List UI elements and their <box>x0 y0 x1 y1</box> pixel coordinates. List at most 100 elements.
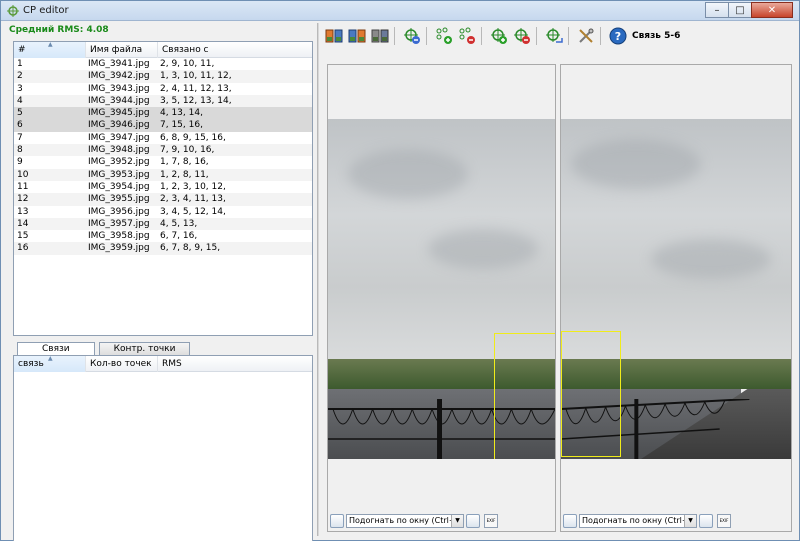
cell-num: 2 <box>17 71 23 82</box>
point-remove-button[interactable] <box>402 26 422 46</box>
cell-num: 11 <box>17 181 29 192</box>
photo-cloud <box>571 139 701 189</box>
table-row[interactable]: 9 IMG_3952.jpg 1, 7, 8, 16, <box>14 156 312 168</box>
table-row[interactable]: 2 IMG_3942.jpg 1, 3, 10, 11, 12, <box>14 70 312 83</box>
table-row[interactable]: 5 IMG_3945.jpg 4, 13, 14, <box>14 107 312 120</box>
close-button[interactable]: ✕ <box>751 2 793 18</box>
links-table[interactable]: связь ▲ Кол-во точек RMS <box>13 355 313 541</box>
main-toolbar: ? Связь 5-6 <box>321 24 799 48</box>
table-row[interactable]: 4 IMG_3944.jpg 3, 5, 12, 13, 14, <box>14 94 312 108</box>
cell-filename: IMG_3941.jpg <box>88 59 150 69</box>
tab-control-points[interactable]: Контр. точки <box>98 342 191 356</box>
zoom-out-icon[interactable] <box>563 514 577 528</box>
image-pair-swap-button[interactable] <box>347 26 367 46</box>
help-button[interactable]: ? <box>608 26 628 46</box>
points-auto-remove-button[interactable] <box>457 26 477 46</box>
cell-linked-with: 3, 4, 5, 12, 14, <box>160 206 226 217</box>
table-row[interactable]: 12 IMG_3955.jpg 2, 3, 4, 11, 13, <box>14 193 312 206</box>
table-row[interactable]: 7 IMG_3947.jpg 6, 8, 9, 15, 16, <box>14 132 312 144</box>
cell-linked-with: 6, 7, 16, <box>160 231 198 242</box>
cell-num: 12 <box>17 194 29 205</box>
table-row[interactable]: 10 IMG_3953.jpg 1, 2, 8, 11, <box>14 168 312 181</box>
point-delete-button[interactable] <box>512 26 532 46</box>
cell-num: 13 <box>17 206 29 217</box>
left-pane: Средний RMS: 4.08 # ▲ Имя файла Связано … <box>5 23 315 541</box>
photo-cloud <box>651 239 771 279</box>
table-row[interactable]: 11 IMG_3954.jpg 1, 2, 3, 10, 12, <box>14 181 312 193</box>
points-auto-remove-icon <box>459 27 475 44</box>
table-row[interactable]: 13 IMG_3956.jpg 3, 4, 5, 12, 14, <box>14 206 312 218</box>
cell-filename: IMG_3953.jpg <box>88 169 150 180</box>
cell-filename: IMG_3945.jpg <box>88 108 150 119</box>
match-region-marker[interactable] <box>561 331 621 457</box>
cell-linked-with: 2, 3, 4, 11, 13, <box>160 194 226 205</box>
table-row[interactable]: 16 IMG_3959.jpg 6, 7, 8, 9, 15, <box>14 242 312 255</box>
right-photo[interactable] <box>561 119 791 459</box>
sort-ascending-icon: ▲ <box>48 41 53 48</box>
chevron-down-icon: ▼ <box>684 515 696 527</box>
cell-num: 16 <box>17 243 29 254</box>
toolbar-separator <box>481 27 482 45</box>
column-header-linked-with[interactable]: Связано с <box>158 42 312 58</box>
image-pair-icon <box>325 29 343 43</box>
right-fit-select[interactable]: Подогнать по окну (Ctrl+0) ▼ <box>579 514 697 528</box>
cell-num: 7 <box>17 132 23 143</box>
toolbar-separator <box>426 27 427 45</box>
zoom-in-icon[interactable] <box>466 514 480 528</box>
tools-button[interactable] <box>576 26 596 46</box>
zoom-out-icon[interactable] <box>330 514 344 528</box>
cell-filename: IMG_3956.jpg <box>88 206 150 217</box>
column-header-filename[interactable]: Имя файла <box>86 42 158 58</box>
column-header-point-count[interactable]: Кол-во точек <box>86 356 158 372</box>
help-icon: ? <box>609 27 627 45</box>
points-auto-add-button[interactable] <box>434 26 454 46</box>
match-region-marker[interactable] <box>494 333 555 459</box>
pane-splitter[interactable] <box>317 23 319 536</box>
zoom-fit-button[interactable] <box>544 26 564 46</box>
minimize-button[interactable]: – <box>705 2 729 18</box>
left-viewer-toolbar: Подогнать по окну (Ctrl+0) ▼ EXIF <box>328 513 555 529</box>
cell-linked-with: 7, 9, 10, 16, <box>160 145 215 156</box>
toolbar-separator <box>600 27 601 45</box>
point-add-button[interactable] <box>489 26 509 46</box>
cell-filename: IMG_3957.jpg <box>88 218 150 229</box>
cell-linked-with: 1, 2, 8, 11, <box>160 169 209 180</box>
left-photo[interactable] <box>328 119 555 459</box>
toolbar-separator <box>536 27 537 45</box>
table-row[interactable]: 1 IMG_3941.jpg 2, 9, 10, 11, <box>14 58 312 70</box>
left-image-viewer[interactable]: Подогнать по окну (Ctrl+0) ▼ EXIF <box>327 64 556 532</box>
right-viewer-toolbar: Подогнать по окну (Ctrl+0) ▼ EXIF <box>561 513 791 529</box>
table-row[interactable]: 15 IMG_3958.jpg 6, 7, 16, <box>14 230 312 242</box>
table-row[interactable]: 14 IMG_3957.jpg 4, 5, 13, <box>14 217 312 231</box>
cell-linked-with: 2, 4, 11, 12, 13, <box>160 83 232 94</box>
cell-num: 15 <box>17 231 29 242</box>
cell-filename: IMG_3944.jpg <box>88 95 150 106</box>
table-row[interactable]: 8 IMG_3948.jpg 7, 9, 10, 16, <box>14 144 312 157</box>
point-remove-icon <box>404 28 420 44</box>
column-header-link[interactable]: связь ▲ <box>14 356 86 372</box>
image-pair-gray-button[interactable] <box>370 26 390 46</box>
image-pair-swap-icon <box>348 29 366 43</box>
toolbar-separator <box>394 27 395 45</box>
zoom-in-icon[interactable] <box>699 514 713 528</box>
image-pair-button[interactable] <box>324 26 344 46</box>
maximize-button[interactable]: □ <box>728 2 752 18</box>
cell-filename: IMG_3947.jpg <box>88 132 150 143</box>
cell-filename: IMG_3946.jpg <box>88 120 150 131</box>
cell-num: 8 <box>17 145 23 156</box>
app-icon <box>7 5 19 17</box>
right-exif-button[interactable]: EXIF <box>717 514 731 528</box>
column-header-rms[interactable]: RMS <box>158 356 312 372</box>
table-row[interactable]: 3 IMG_3943.jpg 2, 4, 11, 12, 13, <box>14 83 312 95</box>
left-exif-button[interactable]: EXIF <box>484 514 498 528</box>
cell-num: 9 <box>17 157 23 168</box>
title-bar[interactable]: CP editor – □ ✕ <box>1 1 799 21</box>
table-row[interactable]: 6 IMG_3946.jpg 7, 15, 16, <box>14 119 312 132</box>
left-fit-select[interactable]: Подогнать по окну (Ctrl+0) ▼ <box>346 514 464 528</box>
links-table-header: связь ▲ Кол-во точек RMS <box>14 356 312 372</box>
cell-linked-with: 1, 3, 10, 11, 12, <box>160 71 232 82</box>
column-header-num[interactable]: # ▲ <box>14 42 86 58</box>
files-table[interactable]: # ▲ Имя файла Связано с 1 IMG_3941.jpg 2, … <box>13 41 313 336</box>
right-image-viewer[interactable]: Подогнать по окну (Ctrl+0) ▼ EXIF <box>560 64 792 532</box>
cell-linked-with: 1, 7, 8, 16, <box>160 157 209 168</box>
